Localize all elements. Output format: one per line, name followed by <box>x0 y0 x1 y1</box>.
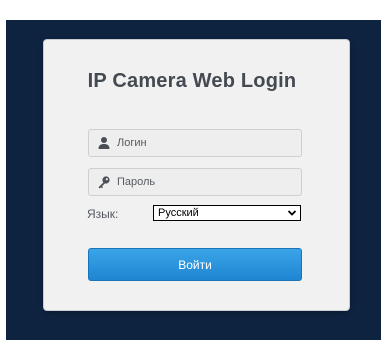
user-icon <box>97 136 111 150</box>
username-field[interactable] <box>88 129 302 157</box>
language-label: Язык: <box>87 207 119 221</box>
password-input[interactable] <box>117 176 287 188</box>
key-icon <box>97 175 111 189</box>
username-input[interactable] <box>117 137 287 149</box>
password-field[interactable] <box>88 168 302 196</box>
card-title: IP Camera Web Login <box>87 70 297 92</box>
login-button[interactable]: Войти <box>88 248 302 281</box>
language-selected-value: Русский <box>158 207 199 219</box>
login-page: IP Camera Web Login Язык: Русский <box>0 0 384 346</box>
language-select[interactable]: Русский <box>153 205 301 221</box>
chevron-down-icon <box>287 208 297 218</box>
